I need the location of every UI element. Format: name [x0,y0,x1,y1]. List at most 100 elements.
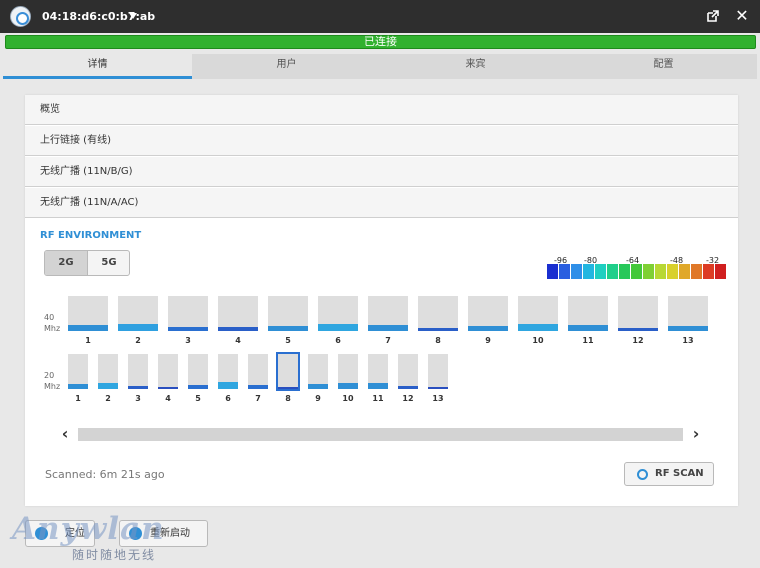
channel-utilization-fill [218,327,258,331]
scanned-time-text: Scanned: 6m 21s ago [45,468,165,481]
refresh-icon [637,469,648,480]
device-mac-label[interactable]: 04:18:d6:c0:b7:ab [42,10,155,23]
legend-value: -96 [554,256,568,265]
legend-color-cell [667,264,678,279]
row-40mhz-unit: Mhz [44,324,61,333]
channel-utilization-fill [368,383,388,389]
channel-utilization-fill [668,326,708,331]
channel-10-bar[interactable] [338,354,358,389]
band-5g-button[interactable]: 5G [88,251,129,275]
anywlan-watermark: Anywlan 随时随地无线 [12,511,182,562]
channel-label: 12 [632,336,644,345]
channel-1-bar[interactable] [68,354,88,389]
channel-label: 3 [135,394,141,403]
legend-color-cell [691,264,702,279]
channel-5-bar[interactable] [188,354,208,389]
unifi-logo-icon [10,6,31,27]
rf-scan-button[interactable]: RF SCAN [624,462,714,486]
legend-value: -80 [584,256,598,265]
channel-utilization-fill [158,387,178,389]
channel-5-bar[interactable] [268,296,308,331]
channel-label: 13 [432,394,444,403]
channel-label: 1 [75,394,81,403]
channel-13-bar[interactable] [428,354,448,389]
channel-3-bar[interactable] [128,354,148,389]
channel-1-bar[interactable] [68,296,108,331]
channel-utilization-fill [98,383,118,389]
channel-4-bar[interactable] [218,296,258,331]
channel-label: 2 [105,394,111,403]
channel-utilization-fill [278,387,298,389]
channel-7-bar[interactable] [248,354,268,389]
channel-label: 10 [532,336,544,345]
channel-6-bar[interactable] [218,354,238,389]
section-radio-na[interactable]: 无线广播 (11N/A/AC) [25,188,738,218]
section-uplink[interactable]: 上行链接 (有线) [25,126,738,156]
channel-utilization-fill [68,384,88,389]
section-radio-ng[interactable]: 无线广播 (11N/B/G) [25,157,738,187]
channel-label: 5 [195,394,201,403]
details-panel: 概览 上行链接 (有线) 无线广播 (11N/B/G) 无线广播 (11N/A/… [25,95,738,506]
channel-utilization-fill [468,326,508,331]
channel-label: 4 [235,336,241,345]
channel-label: 10 [342,394,354,403]
channel-9-bar[interactable] [468,296,508,331]
band-2g-button[interactable]: 2G [45,251,87,275]
legend-color-cell [715,264,726,279]
channel-label: 9 [485,336,491,345]
watermark-slogan: 随时随地无线 [72,548,157,562]
popout-icon[interactable] [707,10,719,22]
scroll-track[interactable] [78,428,683,441]
channel-2-bar[interactable] [98,354,118,389]
channel-label: 11 [372,394,384,403]
channel-11-bar[interactable] [368,354,388,389]
tab-details[interactable]: 详情 [3,54,192,79]
channel-utilization-fill [218,382,238,389]
channel-6-bar[interactable] [318,296,358,331]
device-dropdown-caret-icon[interactable] [129,13,137,19]
channel-9-bar[interactable] [308,354,328,389]
rf-scan-label: RF SCAN [655,468,704,479]
channel-utilization-fill [128,386,148,389]
channel-10-bar[interactable] [518,296,558,331]
section-overview[interactable]: 概览 [25,95,738,125]
channel-label: 11 [582,336,594,345]
channel-scrollbar[interactable]: ‹ › [45,425,718,443]
channel-label: 12 [402,394,414,403]
tab-config[interactable]: 配置 [570,54,757,79]
watermark-brand: Anywlan [12,511,165,547]
channel-13-bar[interactable] [668,296,708,331]
legend-color-cell [559,264,570,279]
channel-7-bar[interactable] [368,296,408,331]
channel-8-bar[interactable] [418,296,458,331]
legend-color-cell [607,264,618,279]
channel-label: 6 [225,394,231,403]
rf-environment-title: RF ENVIRONMENT [40,230,142,241]
tab-users[interactable]: 用户 [192,54,381,79]
channel-8-bar[interactable] [276,352,300,391]
close-icon[interactable]: ✕ [734,7,750,25]
tab-guests[interactable]: 来宾 [381,54,570,79]
channel-utilization-fill [428,387,448,389]
scroll-right-icon[interactable]: › [686,425,706,443]
channel-label: 7 [255,394,261,403]
channel-utilization-fill [248,385,268,389]
channel-utilization-fill [188,385,208,389]
channel-label: 3 [185,336,191,345]
scroll-left-icon[interactable]: ‹ [55,425,75,443]
channel-3-bar[interactable] [168,296,208,331]
channel-12-bar[interactable] [618,296,658,331]
legend-color-cell [619,264,630,279]
channel-label: 6 [335,336,341,345]
channel-utilization-fill [268,326,308,331]
channel-4-bar[interactable] [158,354,178,389]
channel-utilization-fill [398,386,418,389]
channel-utilization-fill [118,324,158,331]
channel-12-bar[interactable] [398,354,418,389]
row-40mhz-label: 40 Mhz [44,312,60,334]
channel-label: 9 [315,394,321,403]
channel-11-bar[interactable] [568,296,608,331]
channel-utilization-fill [338,383,358,389]
channel-utilization-fill [168,327,208,331]
channel-2-bar[interactable] [118,296,158,331]
